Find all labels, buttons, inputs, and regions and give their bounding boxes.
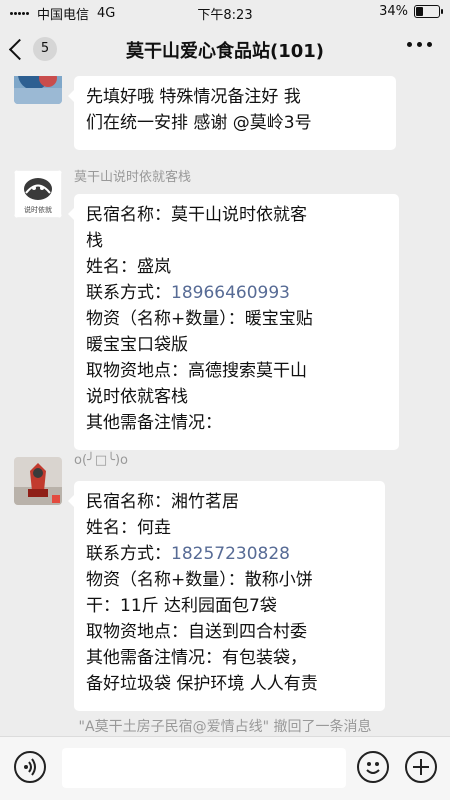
message-line: 干：11斤 达利园面包7袋 [86,596,277,616]
message-line: 民宿名称：湘竹茗居 [86,492,239,512]
bubble-tail [68,495,74,507]
phone-link[interactable]: 18257230828 [171,544,290,564]
contact-label: 联系方式： [86,544,171,564]
message-line: 姓名：盛岚 [86,257,171,277]
message-line: 备好垃圾袋 保护环境 人人有责 [86,674,318,694]
battery-icon [414,5,443,18]
chat-title: 莫干山爱心食品站(101) [125,41,325,62]
recall-notice: "A莫干土房子民宿@爱情占线" 撤回了一条消息 [78,719,372,735]
message-line: 姓名：何垚 [86,518,171,538]
chat-area[interactable]: 先填好哦 特殊情况备注好 我 们在统一安排 感谢 @莫岭3号 说时依就 莫干山说… [0,76,450,736]
battery-percent: 34% [379,4,408,19]
message-line: 们在统一安排 感谢 @莫岭3号 [86,113,312,133]
message-line: 取物资地点：自送到四合村委 [86,622,307,642]
back-button[interactable]: 5 [8,37,57,61]
message-line: 联系方式：18257230828 [86,541,373,567]
message-line: 先填好哦 特殊情况备注好 我 [86,87,301,107]
message-line: 其他需备注情况： [86,413,222,433]
input-bar [0,736,450,800]
plus-icon[interactable] [405,751,437,783]
nav-bar: 5 莫干山爱心食品站(101) [0,24,450,76]
unread-count-badge: 5 [33,37,57,61]
avatar-caption: 说时依就 [24,206,52,214]
message-bubble[interactable]: 民宿名称：湘竹茗居 姓名：何垚 联系方式：18257230828 物资（名称+数… [68,481,385,711]
message-line: 取物资地点：高德搜索莫干山 [86,361,307,381]
avatar[interactable] [14,76,62,104]
message-input[interactable] [62,748,346,788]
status-right: 34% [379,4,443,19]
message-bubble[interactable]: 民宿名称：莫干山说时依就客 栈 姓名：盛岚 联系方式：18966460993 物… [68,194,399,450]
message-bubble[interactable]: 先填好哦 特殊情况备注好 我 们在统一安排 感谢 @莫岭3号 [68,76,396,150]
voice-icon[interactable] [14,751,46,783]
message-line: 说时依就客栈 [86,387,188,407]
contact-label: 联系方式： [86,283,171,303]
sender-name: o(╯□╰)o [74,453,128,468]
phone-link[interactable]: 18966460993 [171,283,290,303]
message-line: 物资（名称+数量）：暖宝宝贴 [86,309,313,329]
emoji-icon[interactable] [357,751,389,783]
message-line: 暖宝宝口袋版 [86,335,188,355]
sender-name: 莫干山说时依就客栈 [74,170,192,185]
avatar[interactable] [14,457,62,505]
avatar[interactable]: 说时依就 [14,170,62,218]
message-line: 联系方式：18966460993 [86,280,387,306]
chevron-left-icon [8,38,31,60]
message-line: 其他需备注情况：有包装袋， [86,648,307,668]
bubble-tail [68,208,74,220]
message-line: 物资（名称+数量）：散称小饼 [86,570,313,590]
message-line: 栈 [86,231,103,251]
message-line: 民宿名称：莫干山说时依就客 [86,205,307,225]
more-dots-icon[interactable] [407,42,432,47]
bubble-tail [68,90,74,102]
status-bar: 中国电信 4G 下午8:23 34% [0,0,450,24]
